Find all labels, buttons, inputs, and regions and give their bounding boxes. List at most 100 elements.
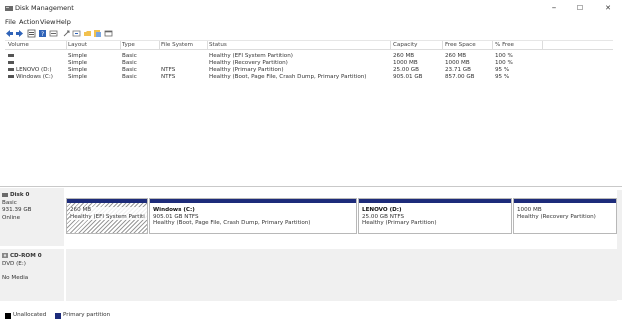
column-divider[interactable] xyxy=(207,41,208,50)
disk-name-row: Disk 0 xyxy=(2,192,64,200)
pane-splitter[interactable] xyxy=(0,186,622,187)
back-icon[interactable] xyxy=(5,29,14,38)
volume-name: LENOVO (D:) xyxy=(16,67,52,73)
partition-bar xyxy=(359,199,511,203)
volume-name-cell: LENOVO (D:) xyxy=(8,67,66,73)
layout-cell: Simple xyxy=(68,60,88,66)
volume-icon xyxy=(8,68,14,71)
partition-status: Healthy (Primary Partition) xyxy=(362,220,437,226)
column-divider[interactable] xyxy=(390,41,391,50)
column-percent-free[interactable]: % Free xyxy=(495,42,541,48)
column-type[interactable]: Type xyxy=(122,42,160,48)
disk-type: DVD (E:) xyxy=(2,260,26,267)
free-space-cell: 23.71 GB xyxy=(445,67,471,73)
partition-bar xyxy=(150,199,356,203)
column-divider[interactable] xyxy=(442,41,443,50)
partition-recovery[interactable]: 1000 MB Healthy (Recovery Partition) xyxy=(513,198,617,234)
column-divider[interactable] xyxy=(159,41,160,50)
menu-help[interactable]: Help xyxy=(56,18,71,26)
cdrom-0-label[interactable]: CD-ROM 0 DVD (E:) No Media xyxy=(0,249,64,301)
window-title: Disk Management xyxy=(15,4,74,12)
partition-bar xyxy=(514,199,616,203)
properties-icon[interactable] xyxy=(49,29,58,38)
cdrom-icon xyxy=(2,253,8,258)
maximize-button[interactable]: ☐ xyxy=(566,2,594,15)
help-topic-icon[interactable] xyxy=(93,29,102,38)
minimize-button[interactable]: – xyxy=(540,2,568,15)
legend-swatch-primary xyxy=(55,313,61,319)
partition-text: LENOVO (D:) 25.00 GB NTFS Healthy (Prima… xyxy=(362,207,437,227)
close-button[interactable]: ✕ xyxy=(594,2,622,15)
legend-label-unallocated: Unallocated xyxy=(13,312,47,318)
type-cell: Basic xyxy=(122,74,137,80)
volume-row[interactable]: LENOVO (D:) Simple Basic NTFS Healthy (P… xyxy=(5,67,613,74)
capacity-cell: 1000 MB xyxy=(393,60,418,66)
partition-lenovo[interactable]: LENOVO (D:) 25.00 GB NTFS Healthy (Prima… xyxy=(358,198,512,234)
menu-action[interactable]: Action xyxy=(19,18,39,26)
capacity-cell: 25.00 GB xyxy=(393,67,419,73)
folder-icon[interactable] xyxy=(83,29,92,38)
cdrom-0-body[interactable] xyxy=(66,249,617,301)
column-capacity[interactable]: Capacity xyxy=(393,42,441,48)
volume-icon xyxy=(8,75,14,78)
column-divider[interactable] xyxy=(120,41,121,50)
menu-file[interactable]: File xyxy=(5,18,16,26)
legend: Unallocated Primary partition xyxy=(0,311,622,320)
menu-view[interactable]: View xyxy=(40,18,55,26)
volume-row[interactable]: Windows (C:) Simple Basic NTFS Healthy (… xyxy=(5,74,613,81)
column-free-space[interactable]: Free Space xyxy=(445,42,493,48)
disk-name-row: CD-ROM 0 xyxy=(2,253,64,261)
partition-text: 260 MB Healthy (EFI System Partiti xyxy=(70,207,147,220)
vertical-scrollbar[interactable] xyxy=(617,190,622,300)
disk-0-label[interactable]: Disk 0 Basic 931.39 GB Online xyxy=(0,188,64,246)
disk-type: Basic xyxy=(2,199,17,206)
volume-icon xyxy=(8,61,14,64)
partition-status: Healthy (EFI System Partiti xyxy=(70,213,145,220)
percent-free-cell: 95 % xyxy=(495,67,510,73)
percent-free-cell: 100 % xyxy=(495,53,513,59)
status-cell: Healthy (Primary Partition) xyxy=(209,67,284,73)
volume-row[interactable]: Simple Basic Healthy (Recovery Partition… xyxy=(5,60,613,67)
file-system-cell: NTFS xyxy=(161,67,176,73)
layout-cell: Simple xyxy=(68,67,88,73)
forward-icon[interactable] xyxy=(15,29,24,38)
capacity-cell: 260 MB xyxy=(393,53,415,59)
type-cell: Basic xyxy=(122,53,137,59)
column-divider[interactable] xyxy=(542,41,543,50)
status-cell: Healthy (Boot, Page File, Crash Dump, Pr… xyxy=(209,74,367,80)
volume-icon xyxy=(8,54,14,57)
free-space-cell: 1000 MB xyxy=(445,60,470,66)
column-layout[interactable]: Layout xyxy=(68,42,120,48)
partition-efi[interactable]: 260 MB Healthy (EFI System Partiti xyxy=(66,198,148,234)
free-space-cell: 857.00 GB xyxy=(445,74,475,80)
partition-title: Windows (C:) xyxy=(153,207,195,213)
rescan-icon[interactable] xyxy=(72,29,81,38)
disk-map-pane: Disk 0 Basic 931.39 GB Online 260 MB Hea… xyxy=(0,188,622,310)
column-divider[interactable] xyxy=(492,41,493,50)
partition-bar xyxy=(67,199,147,203)
volume-name-cell xyxy=(8,53,66,59)
partition-status: Healthy (Boot, Page File, Crash Dump, Pr… xyxy=(153,220,311,226)
partition-status: Healthy (Recovery Partition) xyxy=(517,213,596,220)
percent-free-cell: 95 % xyxy=(495,74,510,80)
refresh-icon[interactable] xyxy=(62,29,71,38)
column-divider[interactable] xyxy=(66,41,67,50)
type-cell: Basic xyxy=(122,67,137,73)
partition-windows[interactable]: Windows (C:) 905.01 GB NTFS Healthy (Boo… xyxy=(149,198,357,234)
console-icon[interactable] xyxy=(104,29,113,38)
volume-row[interactable]: Simple Basic Healthy (EFI System Partiti… xyxy=(5,53,613,60)
title-bar: Disk Management – ☐ ✕ xyxy=(0,0,622,17)
type-cell: Basic xyxy=(122,60,137,66)
volume-list: Volume Layout Type File System Status Ca… xyxy=(5,40,613,184)
free-space-cell: 260 MB xyxy=(445,53,467,59)
column-volume[interactable]: Volume xyxy=(8,42,66,48)
layout-cell: Simple xyxy=(68,74,88,80)
column-status[interactable]: Status xyxy=(209,42,389,48)
volume-name: Windows (C:) xyxy=(16,74,53,80)
disk-state: Online xyxy=(2,214,21,221)
list-view-icon[interactable] xyxy=(27,29,36,38)
help-icon[interactable]: ? xyxy=(38,29,47,38)
column-file-system[interactable]: File System xyxy=(161,42,205,48)
toolbar: ? xyxy=(0,28,622,40)
disk-name: Disk 0 xyxy=(9,192,30,198)
